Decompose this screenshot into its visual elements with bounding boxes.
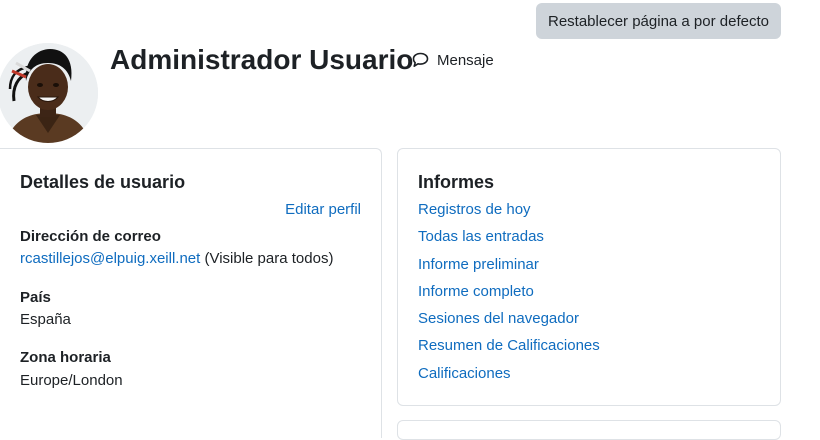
report-link-grades-overview[interactable]: Resumen de Calificaciones [418, 337, 600, 354]
timezone-label: Zona horaria [20, 349, 111, 366]
page-title: Administrador Usuario [110, 44, 414, 75]
list-item: Calificaciones [418, 363, 600, 390]
report-link-complete[interactable]: Informe completo [418, 283, 534, 300]
next-card-edge [397, 420, 781, 440]
country-value: España [20, 311, 71, 328]
report-link-grades[interactable]: Calificaciones [418, 365, 511, 382]
avatar[interactable] [0, 43, 98, 143]
list-item: Todas las entradas [418, 226, 600, 253]
list-item: Informe preliminar [418, 254, 600, 281]
list-item: Resumen de Calificaciones [418, 335, 600, 362]
timezone-value: Europe/London [20, 372, 123, 389]
reports-card: Informes Registros de hoy Todas las entr… [397, 148, 781, 406]
message-label: Mensaje [437, 51, 494, 69]
country-label: País [20, 289, 51, 306]
reports-list: Registros de hoy Todas las entradas Info… [418, 199, 600, 390]
email-visibility-note: (Visible para todos) [200, 250, 334, 267]
user-details-title: Detalles de usuario [20, 172, 186, 192]
list-item: Informe completo [418, 281, 600, 308]
report-link-browser-sessions[interactable]: Sesiones del navegador [418, 310, 579, 327]
report-link-all-logs[interactable]: Todas las entradas [418, 228, 544, 245]
email-label: Dirección de correo [20, 228, 161, 245]
user-avatar-photo [0, 43, 98, 143]
list-item: Sesiones del navegador [418, 308, 600, 335]
list-item: Registros de hoy [418, 199, 600, 226]
user-details-card: Detalles de usuario Editar perfil Direcc… [0, 148, 382, 438]
email-value: rcastillejos@elpuig.xeill.net (Visible p… [20, 250, 333, 267]
edit-profile-link[interactable]: Editar perfil [285, 201, 361, 218]
reset-page-default-button[interactable]: Restablecer página a por defecto [536, 3, 781, 39]
reports-title: Informes [418, 172, 495, 192]
report-link-outline[interactable]: Informe preliminar [418, 256, 539, 273]
message-link[interactable]: Mensaje [412, 50, 494, 70]
report-link-todays-logs[interactable]: Registros de hoy [418, 201, 531, 218]
speech-bubble-icon [412, 52, 429, 68]
email-link[interactable]: rcastillejos@elpuig.xeill.net [20, 250, 200, 267]
